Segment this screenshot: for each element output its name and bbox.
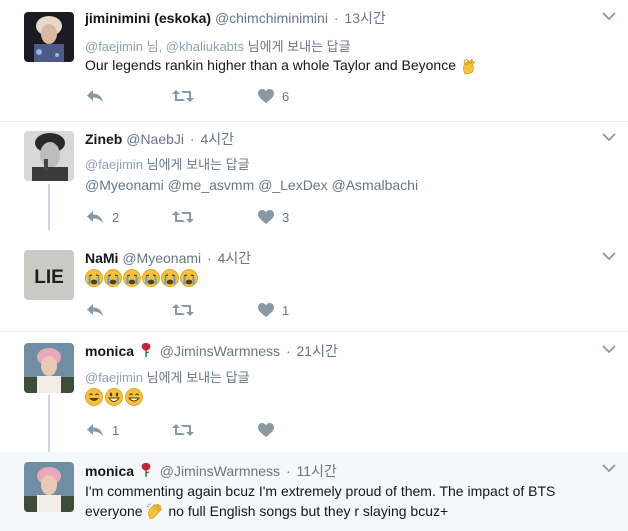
action-bar: 1	[86, 300, 346, 320]
heart-icon	[258, 423, 274, 437]
rose-emoji-icon	[141, 463, 151, 477]
retweet-icon	[172, 90, 194, 102]
heart-icon	[258, 89, 274, 103]
user-handle[interactable]: @chimchiminimini	[215, 10, 328, 26]
retweet-button[interactable]	[172, 300, 202, 320]
thread-line	[48, 395, 50, 452]
heart-icon	[258, 210, 274, 224]
like-button[interactable]	[258, 420, 282, 440]
tweet-text-line-1: I'm commenting again bcuz I'm extremely …	[85, 483, 556, 499]
reply-context: @faejimin 님에게 보내는 답글	[85, 154, 250, 173]
reply-icon	[87, 90, 103, 102]
chevron-down-icon[interactable]	[602, 463, 616, 473]
like-button[interactable]: 3	[258, 207, 289, 227]
user-handle[interactable]: @NaebJi	[126, 131, 184, 147]
chevron-down-icon[interactable]	[602, 132, 616, 142]
smiling-face-emoji-icon	[85, 388, 143, 407]
action-bar: 1	[86, 420, 346, 440]
display-name[interactable]: jiminimini (eskoka)	[85, 10, 211, 26]
separator-dot: ·	[207, 250, 212, 266]
display-name[interactable]: monica	[85, 343, 134, 359]
chevron-down-icon[interactable]	[602, 251, 616, 261]
timestamp[interactable]: 13시간	[344, 10, 385, 26]
action-bar: 2 3	[86, 207, 346, 227]
reply-to-label: 님에게 보내는 답글	[247, 39, 351, 54]
reply-button[interactable]	[86, 86, 112, 106]
avatar[interactable]	[24, 343, 74, 393]
timestamp[interactable]: 4시간	[218, 250, 252, 266]
chevron-down-icon[interactable]	[602, 344, 616, 354]
avatar[interactable]	[24, 131, 74, 181]
tweet-1[interactable]: jiminimini (eskoka) @chimchiminimini · 1…	[0, 0, 628, 122]
mention-list[interactable]: @Myeonami @me_asvmm @_LexDex @Asmalbachi	[85, 177, 418, 193]
reply-button[interactable]	[86, 300, 112, 320]
separator-dot: ·	[285, 463, 291, 479]
crying-face-emoji-icon	[85, 268, 199, 288]
like-button[interactable]: 1	[258, 300, 289, 320]
user-handle[interactable]: @JiminsWarmness	[160, 343, 280, 359]
avatar[interactable]	[24, 462, 74, 512]
retweet-button[interactable]	[172, 86, 202, 106]
reply-icon	[87, 211, 103, 223]
retweet-icon	[172, 211, 194, 223]
reply-to-users[interactable]: @faejimin	[85, 157, 143, 172]
display-name[interactable]: Zineb	[85, 131, 122, 147]
reply-button[interactable]: 1	[86, 420, 119, 440]
timestamp[interactable]: 21시간	[297, 343, 338, 359]
tweet-text-content: Our legends rankin higher than a whole T…	[85, 57, 456, 73]
tweet-text: Our legends rankin higher than a whole T…	[85, 55, 478, 75]
reply-to-users[interactable]: @faejimin 님, @khaliukabts	[85, 39, 244, 54]
tweet-text-line-2: everyone no full English songs but they …	[85, 501, 555, 521]
reply-context: @faejimin 님에게 보내는 답글	[85, 367, 250, 386]
avatar-text: LIE	[34, 267, 64, 288]
reply-count: 1	[112, 422, 120, 438]
like-button[interactable]: 6	[258, 86, 289, 106]
divider	[0, 331, 628, 332]
separator-dot: ·	[333, 10, 339, 26]
display-name[interactable]: monica	[85, 463, 134, 479]
separator-dot: ·	[189, 131, 195, 147]
tweet-text	[85, 267, 201, 288]
avatar[interactable]: LIE	[24, 250, 74, 300]
retweet-button[interactable]	[172, 207, 202, 227]
retweet-button[interactable]	[172, 420, 202, 440]
reply-to-users[interactable]: @faejimin	[85, 370, 143, 385]
heart-icon	[258, 303, 274, 317]
retweet-icon	[172, 424, 194, 436]
like-count: 1	[282, 302, 290, 318]
tweet-text-line-2-end: no full English songs but they r slaying…	[168, 503, 449, 519]
reply-to-label: 님에게 보내는 답글	[146, 157, 250, 172]
avatar[interactable]	[24, 12, 74, 62]
action-bar: 6	[86, 86, 346, 106]
user-handle[interactable]: @JiminsWarmness	[160, 463, 280, 479]
clapping-hands-emoji-icon	[147, 503, 163, 520]
reply-to-label: 님에게 보내는 답글	[146, 370, 250, 385]
reply-icon	[87, 304, 103, 316]
like-count: 6	[282, 88, 290, 104]
display-name[interactable]: NaMi	[85, 250, 118, 266]
thread-line	[48, 184, 50, 230]
tweet-text: I'm commenting again bcuz I'm extremely …	[85, 481, 555, 521]
timestamp[interactable]: 11시간	[297, 463, 337, 479]
timestamp[interactable]: 4시간	[200, 131, 234, 147]
user-handle[interactable]: @Myeonami	[122, 250, 201, 266]
like-count: 3	[282, 209, 290, 225]
reply-context: @faejimin 님, @khaliukabts 님에게 보내는 답글	[85, 36, 351, 55]
tweet-text	[85, 386, 145, 407]
rose-emoji-icon	[141, 343, 151, 357]
reply-button[interactable]: 2	[86, 207, 119, 227]
tweet-text: @Myeonami @me_asvmm @_LexDex @Asmalbachi	[85, 175, 418, 195]
separator-dot: ·	[285, 343, 291, 359]
ok-hand-emoji-icon	[462, 59, 475, 75]
reply-count: 2	[112, 209, 120, 225]
chevron-down-icon[interactable]	[602, 11, 616, 21]
tweet-text-line-2-start: everyone	[85, 503, 143, 519]
retweet-icon	[172, 304, 194, 316]
reply-icon	[87, 424, 103, 436]
